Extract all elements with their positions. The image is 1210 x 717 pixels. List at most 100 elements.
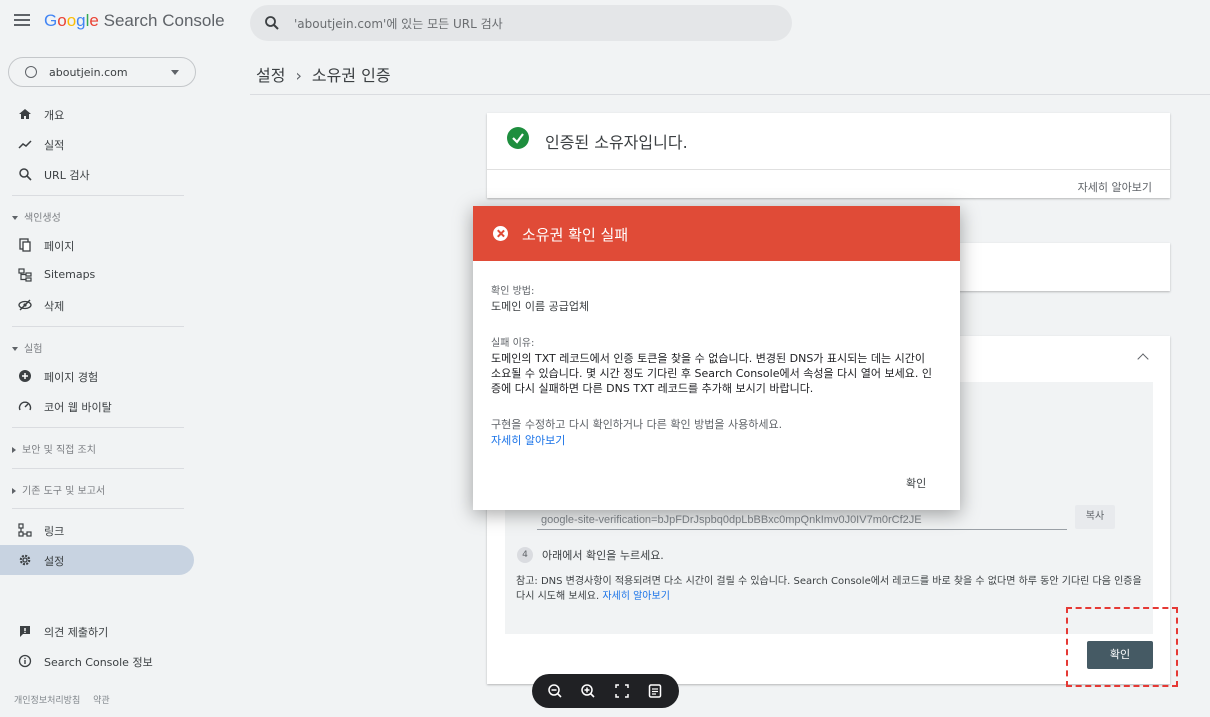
sidebar-item-label: 코어 웹 바이탈 <box>44 401 112 414</box>
dialog-body: 확인 방법: 도메인 이름 공급업체 실패 이유: 도메인의 TXT 레코드에서… <box>491 285 945 448</box>
page-title: 소유권 인증 <box>311 66 391 85</box>
hint-text: 구현을 수정하고 다시 확인하거나 다른 확인 방법을 사용하세요. <box>491 418 783 431</box>
verify-button[interactable]: 확인 <box>1087 641 1153 669</box>
sitemap-icon <box>18 268 32 282</box>
plus-circle-icon <box>19 370 31 382</box>
verification-failed-dialog: 소유권 확인 실패 확인 방법: 도메인 이름 공급업체 실패 이유: 도메인의… <box>473 206 960 510</box>
zoom-out-icon[interactable] <box>547 683 563 699</box>
zoom-toolbar <box>532 674 679 708</box>
txt-record-underline <box>537 529 1067 530</box>
expand-arrow-icon <box>12 488 16 494</box>
section-label: 색인생성 <box>24 213 61 224</box>
sidebar-item-sitemaps[interactable]: Sitemaps <box>0 260 194 290</box>
learn-more-link[interactable]: 자세히 알아보기 <box>1078 179 1152 195</box>
breadcrumb-parent[interactable]: 설정 <box>256 66 285 85</box>
home-icon <box>19 109 31 119</box>
sidebar-item-label: Search Console 정보 <box>44 656 153 669</box>
trending-icon <box>18 140 32 149</box>
property-name: aboutjein.com <box>49 66 128 79</box>
footer-links: 개인정보처리방침 약관 <box>14 693 120 706</box>
note-learn-more-link[interactable]: 자세히 알아보기 <box>602 591 670 602</box>
collapse-arrow-icon <box>12 216 18 220</box>
section-legacy[interactable]: 기존 도구 및 보고서 <box>12 482 105 497</box>
check-circle-icon <box>507 127 529 149</box>
section-label: 기존 도구 및 보고서 <box>22 486 106 497</box>
removal-icon <box>18 299 32 311</box>
menu-icon[interactable] <box>14 14 30 26</box>
dns-note: 참고: DNS 변경사항이 적용되려면 다소 시간이 걸릴 수 있습니다. Se… <box>516 574 1146 604</box>
sidebar-item-label: 실적 <box>44 139 65 152</box>
divider <box>12 427 184 428</box>
sidebar-item-label: 페이지 경험 <box>44 371 99 384</box>
divider <box>12 508 184 509</box>
search-placeholder: 'aboutjein.com'에 있는 모든 URL 검사 <box>294 17 503 31</box>
sidebar-item-removals[interactable]: 삭제 <box>0 290 194 320</box>
method-label: 확인 방법: <box>491 286 535 297</box>
sidebar-item-label: Sitemaps <box>44 268 96 281</box>
notes-icon[interactable] <box>647 683 663 699</box>
sidebar-item-settings[interactable]: 설정 <box>0 545 194 575</box>
sidebar-item-label: 삭제 <box>44 300 65 313</box>
url-inspection-search[interactable]: 'aboutjein.com'에 있는 모든 URL 검사 <box>250 5 792 41</box>
zoom-in-icon[interactable] <box>580 683 596 699</box>
verified-owner-card: 인증된 소유자입니다. 자세히 알아보기 <box>487 113 1170 198</box>
sidebar-item-page-experience[interactable]: 페이지 경험 <box>0 361 194 391</box>
section-security[interactable]: 보안 및 직접 조치 <box>12 441 96 456</box>
divider <box>12 195 184 196</box>
copy-button[interactable]: 복사 <box>1075 505 1115 529</box>
sidebar-item-url-inspection[interactable]: URL 검사 <box>0 159 194 189</box>
search-icon <box>19 168 32 181</box>
sidebar-item-label: 페이지 <box>44 240 75 253</box>
product-name: Search Console <box>103 11 225 30</box>
expand-arrow-icon <box>12 447 16 453</box>
collapse-arrow-icon <box>12 347 18 351</box>
fullscreen-icon[interactable] <box>614 683 630 699</box>
dialog-learn-more-link[interactable]: 자세히 알아보기 <box>491 432 945 448</box>
search-icon <box>265 16 279 30</box>
verified-owner-title: 인증된 소유자입니다. <box>545 133 688 152</box>
step-instruction: 아래에서 확인을 누르세요. <box>542 549 664 562</box>
dialog-header: 소유권 확인 실패 <box>473 206 960 261</box>
error-icon <box>493 226 508 241</box>
gauge-icon <box>18 401 32 411</box>
breadcrumb: 설정 › 소유권 인증 <box>256 62 391 86</box>
info-icon <box>18 654 32 668</box>
txt-record-value[interactable]: google-site-verification=bJpFDrJspbq0dpL… <box>541 514 922 526</box>
sidebar-item-links[interactable]: 링크 <box>0 515 194 545</box>
method-value: 도메인 이름 공급업체 <box>491 300 590 313</box>
sidebar-item-feedback[interactable]: 의견 제출하기 <box>0 616 194 646</box>
sidebar-item-label: 의견 제출하기 <box>44 626 109 639</box>
sidebar-item-performance[interactable]: 실적 <box>0 129 194 159</box>
sidebar-item-about[interactable]: Search Console 정보 <box>0 646 194 676</box>
divider <box>12 468 184 469</box>
sidebar-item-core-web-vitals[interactable]: 코어 웹 바이탈 <box>0 391 194 421</box>
google-wordmark: Google <box>44 11 99 30</box>
dropdown-arrow-icon <box>171 70 179 75</box>
breadcrumb-separator: › <box>295 66 302 85</box>
sidebar-item-label: URL 검사 <box>44 169 90 182</box>
section-indexing[interactable]: 색인생성 <box>12 209 61 224</box>
divider <box>12 326 184 327</box>
dialog-title: 소유권 확인 실패 <box>522 226 629 244</box>
pages-icon <box>19 238 31 252</box>
app-logo[interactable]: Google Search Console <box>44 11 225 31</box>
property-selector[interactable]: aboutjein.com <box>8 57 196 87</box>
links-icon <box>18 523 32 537</box>
sidebar-item-label: 링크 <box>44 525 65 538</box>
dialog-ok-button[interactable]: 확인 <box>906 475 926 491</box>
terms-link[interactable]: 약관 <box>93 696 110 706</box>
section-label: 실험 <box>24 344 43 355</box>
top-header: Google Search Console 'aboutjein.com'에 있… <box>0 0 1210 44</box>
step-number-badge: 4 <box>517 547 533 563</box>
reason-text: 도메인의 TXT 레코드에서 인증 토큰을 찾을 수 없습니다. 변경된 DNS… <box>491 352 933 395</box>
sidebar-item-overview[interactable]: 개요 <box>0 99 194 129</box>
gear-icon <box>19 554 31 566</box>
section-experience[interactable]: 실험 <box>12 340 42 355</box>
divider <box>487 169 1170 170</box>
sidebar-item-pages[interactable]: 페이지 <box>0 230 194 260</box>
globe-icon <box>25 66 37 78</box>
reason-label: 실패 이유: <box>491 338 535 349</box>
privacy-link[interactable]: 개인정보처리방침 <box>14 696 80 706</box>
sidebar-item-label: 설정 <box>44 555 65 568</box>
sidebar-item-label: 개요 <box>44 109 65 122</box>
